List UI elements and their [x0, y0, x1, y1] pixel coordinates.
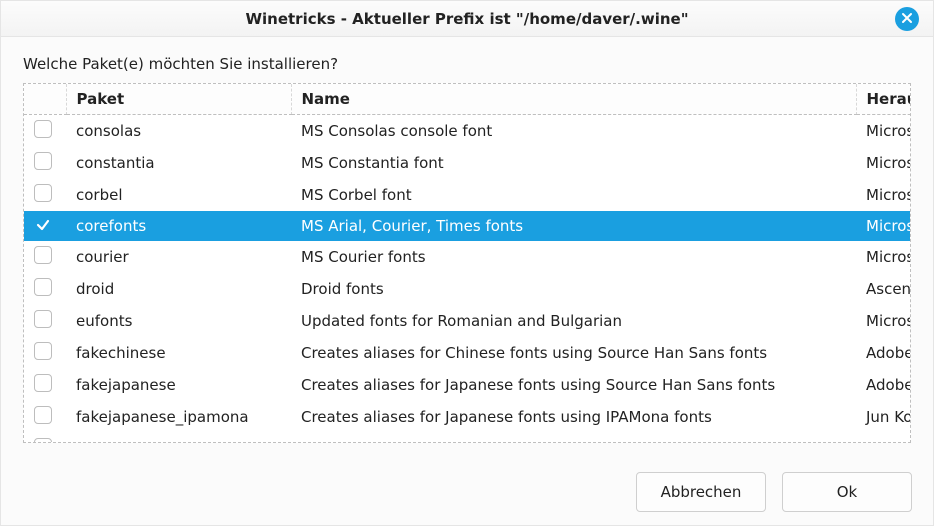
- cell-publisher: Microsoft: [856, 115, 911, 148]
- table-row[interactable]: courierMS Courier fontsMicrosoft: [24, 241, 911, 273]
- checkbox[interactable]: [34, 120, 52, 138]
- cell-paket: corbel: [66, 179, 291, 211]
- cell-name: MS Arial, Courier, Times fonts: [291, 211, 856, 241]
- cell-paket: droid: [66, 273, 291, 305]
- table-row[interactable]: fakejapanese_ipamonaCreates aliases for …: [24, 401, 911, 433]
- dialog-footer: Abbrechen Ok: [636, 472, 912, 512]
- prompt-text: Welche Paket(e) möchten Sie installieren…: [23, 55, 911, 73]
- checkbox[interactable]: [34, 152, 52, 170]
- cell-publisher: Microsoft: [856, 179, 911, 211]
- col-header-paket[interactable]: Paket: [66, 84, 291, 115]
- cell-paket: consolas: [66, 115, 291, 148]
- col-header-name[interactable]: Name: [291, 84, 856, 115]
- cell-paket: fakejapanese_ipamona: [66, 401, 291, 433]
- checkbox[interactable]: [34, 278, 52, 296]
- cell-name: Creates aliases for Japanese fonts using…: [291, 369, 856, 401]
- checkbox[interactable]: [34, 184, 52, 202]
- close-button[interactable]: [895, 7, 919, 31]
- cell-paket: fakejapanese: [66, 369, 291, 401]
- close-icon: [901, 1, 913, 37]
- cell-paket: fakechinese: [66, 337, 291, 369]
- checkbox[interactable]: [34, 342, 52, 360]
- cell-publisher: Jun Kobayashi: [856, 401, 911, 433]
- cancel-button[interactable]: Abbrechen: [636, 472, 766, 512]
- col-header-check[interactable]: [24, 84, 66, 115]
- cell-paket: eufonts: [66, 305, 291, 337]
- checkbox[interactable]: [34, 310, 52, 328]
- table-row[interactable]: eufontsUpdated fonts for Romanian and Bu…: [24, 305, 911, 337]
- checkbox[interactable]: [34, 246, 52, 264]
- cell-name: Updated fonts for Romanian and Bulgarian: [291, 305, 856, 337]
- cell-paket: corefonts: [66, 211, 291, 241]
- cell-name: Droid fonts: [291, 273, 856, 305]
- table-row[interactable]: droidDroid fontsAscender: [24, 273, 911, 305]
- cell-name: Creates aliases for Japanese Meiryo font…: [291, 433, 856, 443]
- table-row[interactable]: corbelMS Corbel fontMicrosoft: [24, 179, 911, 211]
- ok-button[interactable]: Ok: [782, 472, 912, 512]
- cell-name: MS Courier fonts: [291, 241, 856, 273]
- table-row[interactable]: fakejapaneseCreates aliases for Japanese…: [24, 369, 911, 401]
- window-title: Winetricks - Aktueller Prefix ist "/home…: [245, 10, 688, 28]
- window-titlebar: Winetricks - Aktueller Prefix ist "/home…: [1, 1, 933, 37]
- cell-paket: fakejapanese_vlgothic: [66, 433, 291, 443]
- cell-name: MS Consolas console font: [291, 115, 856, 148]
- col-header-publisher[interactable]: Herausgeber: [856, 84, 911, 115]
- table-row[interactable]: consolasMS Consolas console fontMicrosof…: [24, 115, 911, 148]
- cell-name: Creates aliases for Japanese fonts using…: [291, 401, 856, 433]
- cell-paket: constantia: [66, 147, 291, 179]
- cell-publisher: Microsoft: [856, 211, 911, 241]
- cell-publisher: Adobe: [856, 337, 911, 369]
- cell-paket: courier: [66, 241, 291, 273]
- table-row[interactable]: constantiaMS Constantia fontMicrosoft: [24, 147, 911, 179]
- checkbox[interactable]: [34, 438, 52, 443]
- cell-name: MS Constantia font: [291, 147, 856, 179]
- checkbox[interactable]: [34, 216, 52, 234]
- table-row[interactable]: corefontsMS Arial, Courier, Times fontsM…: [24, 211, 911, 241]
- checkbox[interactable]: [34, 406, 52, 424]
- cell-publisher: Microsoft: [856, 147, 911, 179]
- cell-publisher: Adobe: [856, 369, 911, 401]
- cell-publisher: Project Vine: [856, 433, 911, 443]
- cell-publisher: Microsoft: [856, 305, 911, 337]
- cell-publisher: Ascender: [856, 273, 911, 305]
- table-row[interactable]: fakechineseCreates aliases for Chinese f…: [24, 337, 911, 369]
- checkbox[interactable]: [34, 374, 52, 392]
- package-list: Paket Name Herausgeber consolasMS Consol…: [23, 83, 911, 443]
- cell-name: Creates aliases for Chinese fonts using …: [291, 337, 856, 369]
- cell-publisher: Microsoft: [856, 241, 911, 273]
- cell-name: MS Corbel font: [291, 179, 856, 211]
- table-row[interactable]: fakejapanese_vlgothicCreates aliases for…: [24, 433, 911, 443]
